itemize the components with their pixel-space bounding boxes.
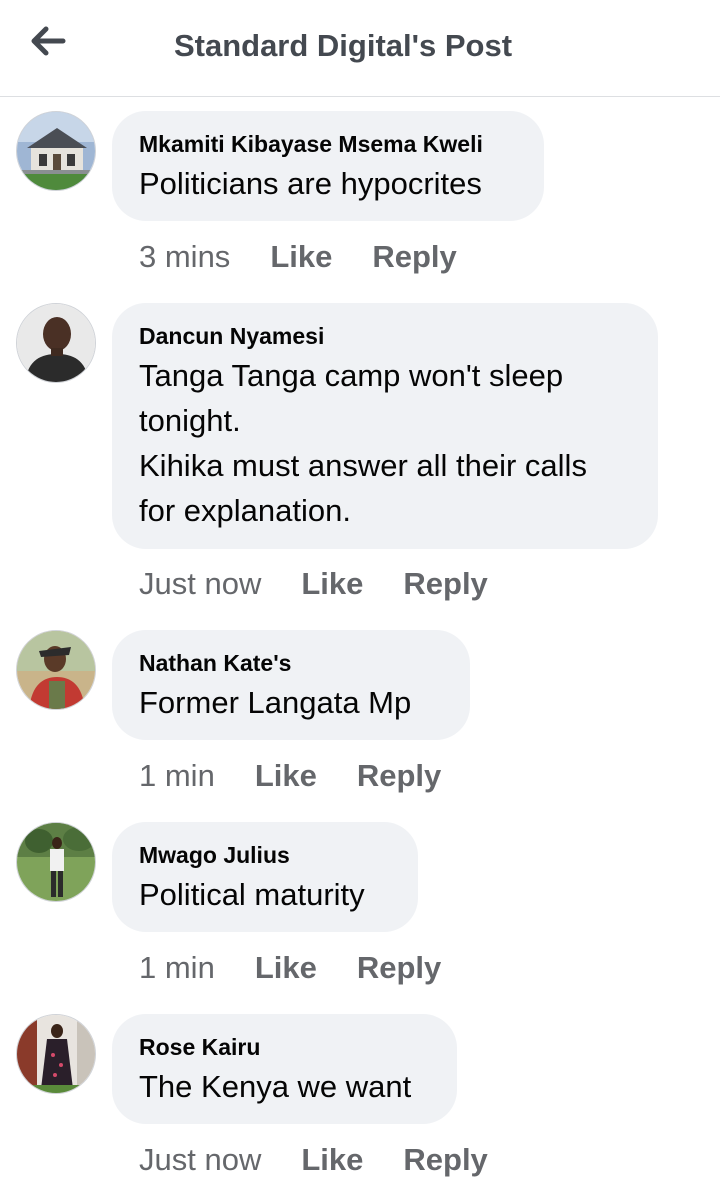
- avatar[interactable]: [16, 822, 96, 902]
- comment-actions: Just now Like Reply: [139, 564, 528, 604]
- comment-bubble: Mkamiti Kibayase Msema Kweli Politicians…: [112, 111, 544, 221]
- reply-button[interactable]: Reply: [403, 566, 487, 602]
- comment-bubble: Rose Kairu The Kenya we want: [112, 1014, 457, 1124]
- comment-author[interactable]: Mkamiti Kibayase Msema Kweli: [139, 129, 516, 159]
- comment-text: The Kenya we want: [139, 1069, 412, 1104]
- reply-button[interactable]: Reply: [357, 950, 441, 986]
- top-bar: Standard Digital's Post: [0, 0, 720, 97]
- avatar[interactable]: [16, 303, 96, 383]
- comment-text: Former Langata Mp: [139, 685, 412, 720]
- comment-actions: 1 min Like Reply: [139, 948, 481, 988]
- comment-bubble: Mwago Julius Political maturity: [112, 822, 418, 932]
- comment-text-line: Tanga Tanga camp won't sleep: [139, 358, 564, 393]
- comment-text: Tanga Tanga camp won't sleep tonight. Ki…: [139, 353, 630, 533]
- comment-actions: 1 min Like Reply: [139, 756, 481, 796]
- comment-author[interactable]: Dancun Nyamesi: [139, 321, 630, 351]
- comment-text-line: Kihika must answer all their calls: [139, 448, 587, 483]
- comment-text-line: for explanation.: [139, 493, 351, 528]
- comment-actions: Just now Like Reply: [139, 1140, 528, 1180]
- comment-actions: 3 mins Like Reply: [139, 237, 497, 277]
- comment-author[interactable]: Rose Kairu: [139, 1032, 429, 1062]
- avatar[interactable]: [16, 111, 96, 191]
- comment-bubble: Dancun Nyamesi Tanga Tanga camp won't sl…: [112, 303, 658, 549]
- reply-button[interactable]: Reply: [403, 1142, 487, 1178]
- like-button[interactable]: Like: [301, 1142, 363, 1178]
- comment-text: Politicians are hypocrites: [139, 166, 482, 201]
- avatar[interactable]: [16, 630, 96, 710]
- avatar[interactable]: [16, 1014, 96, 1094]
- reply-button[interactable]: Reply: [372, 239, 456, 275]
- reply-button[interactable]: Reply: [357, 758, 441, 794]
- comment-timestamp[interactable]: Just now: [139, 1142, 261, 1178]
- like-button[interactable]: Like: [270, 239, 332, 275]
- like-button[interactable]: Like: [255, 950, 317, 986]
- comment-bubble: Nathan Kate's Former Langata Mp: [112, 630, 470, 740]
- page-title: Standard Digital's Post: [173, 28, 513, 63]
- comment-author[interactable]: Nathan Kate's: [139, 648, 442, 678]
- comment-timestamp[interactable]: Just now: [139, 566, 261, 602]
- comment-author[interactable]: Mwago Julius: [139, 840, 390, 870]
- like-button[interactable]: Like: [301, 566, 363, 602]
- comment-timestamp[interactable]: 1 min: [139, 950, 215, 986]
- like-button[interactable]: Like: [255, 758, 317, 794]
- comment-text: Political maturity: [139, 877, 365, 912]
- comment-timestamp[interactable]: 1 min: [139, 758, 215, 794]
- comment-timestamp[interactable]: 3 mins: [139, 239, 230, 275]
- comment-text-line: tonight.: [139, 403, 241, 438]
